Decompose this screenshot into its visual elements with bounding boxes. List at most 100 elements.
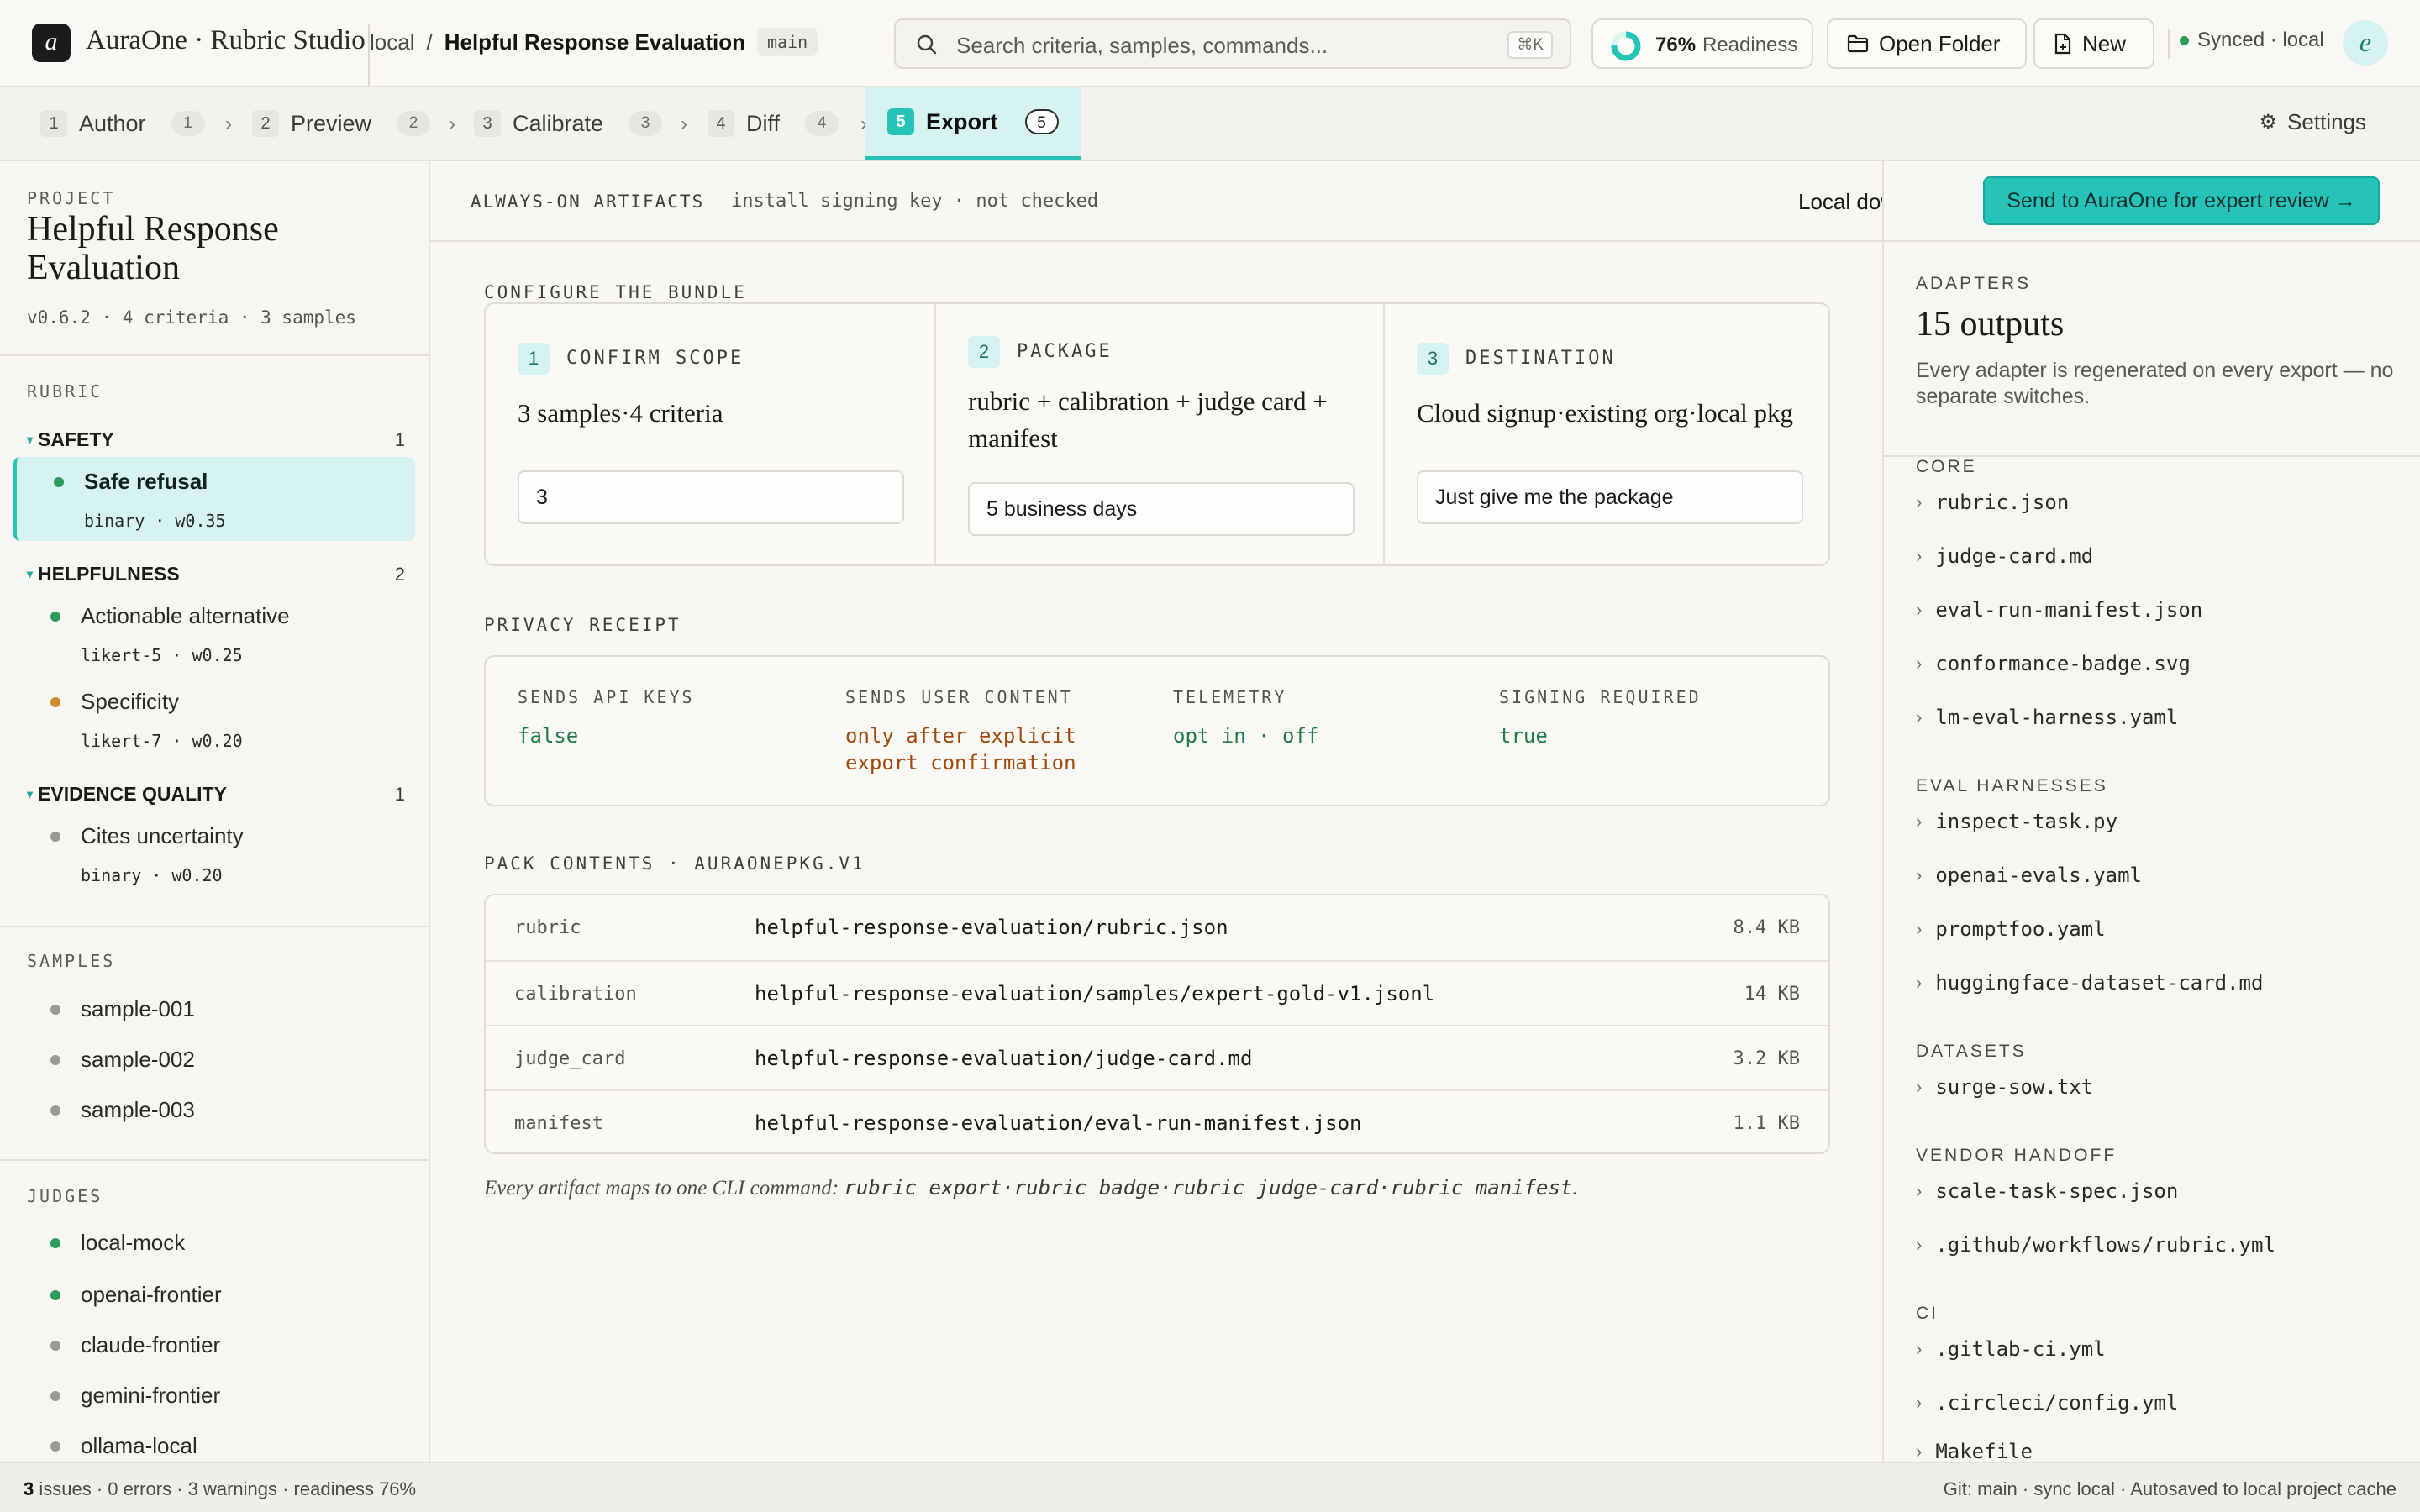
breadcrumb-separator: /	[426, 29, 433, 55]
config-step-package: 2 PACKAGE rubric + calibration + judge c…	[934, 304, 1383, 564]
step-diff[interactable]: 4 Diff 4	[708, 87, 839, 160]
adapters-section-label: ADAPTERS	[1916, 274, 2032, 293]
step-preview[interactable]: 2 Preview 2	[252, 87, 431, 160]
sync-status[interactable]: Synced · local	[2180, 29, 2324, 52]
workflow-steps: 1 Author 1 › 2 Preview 2 › 3 Calibrate 3…	[0, 87, 2420, 161]
criterion-meta: likert-5 · w0.25	[81, 645, 243, 665]
divider	[0, 1159, 429, 1161]
config-step-title: DESTINATION	[1465, 348, 1616, 369]
adapter-file-item[interactable]: › huggingface-dataset-card.md	[1916, 971, 2263, 995]
breadcrumb: local / Helpful Response Evaluation main	[370, 28, 818, 56]
adapter-file-item[interactable]: › eval-run-manifest.json	[1916, 598, 2202, 622]
status-dot-icon	[50, 1105, 60, 1116]
pack-kind: rubric	[514, 917, 581, 938]
search-input[interactable]: Search criteria, samples, commands... ⌘K	[894, 18, 1571, 69]
adapter-file-item[interactable]: › Makefile	[1916, 1440, 2033, 1462]
divider	[0, 926, 429, 927]
step-calibrate[interactable]: 3 Calibrate 3	[474, 87, 663, 160]
criterion-specificity[interactable]: Specificity likert-7 · w0.20	[13, 677, 415, 761]
step-label: Diff	[746, 110, 781, 136]
sample-name: sample-002	[81, 1047, 195, 1072]
step-author[interactable]: 1 Author 1	[40, 87, 205, 160]
judge-item[interactable]: ollama-local	[0, 1425, 429, 1462]
judge-item[interactable]: openai-frontier	[0, 1273, 429, 1315]
table-row[interactable]: calibration helpful-response-evaluation/…	[486, 960, 1828, 1025]
app-name: AuraOne · Rubric Studio	[86, 25, 366, 55]
send-for-review-button[interactable]: Send to AuraOne for expert review →	[1983, 176, 2380, 225]
adapter-file-item[interactable]: › .circleci/config.yml	[1916, 1391, 2178, 1415]
table-row[interactable]: manifest helpful-response-evaluation/eva…	[486, 1089, 1828, 1152]
adapter-file-item[interactable]: › conformance-badge.svg	[1916, 652, 2191, 675]
criterion-actionable-alternative[interactable]: Actionable alternative likert-5 · w0.25	[13, 591, 415, 675]
adapter-file-name: .github/workflows/rubric.yml	[1935, 1233, 2275, 1257]
judge-item[interactable]: claude-frontier	[0, 1324, 429, 1366]
status-issues[interactable]: 3 issues · 0 errors · 3 warnings · readi…	[24, 1478, 416, 1500]
step-export[interactable]: 5 Export 5	[865, 87, 1081, 160]
privacy-item-value: only after explicit export confirmation	[845, 724, 1076, 774]
adapter-file-item[interactable]: › inspect-task.py	[1916, 810, 2118, 833]
rubric-group-helpfulness[interactable]: ▾ HELPFULNESS 2	[27, 563, 405, 585]
chevron-right-icon: ›	[1916, 972, 1923, 993]
sample-item[interactable]: sample-001	[0, 988, 429, 1030]
adapter-file-name: surge-sow.txt	[1935, 1075, 2094, 1099]
sidebar: PROJECT Helpful Response Evaluation v0.6…	[0, 161, 430, 1462]
destination-input[interactable]: Just give me the package	[1417, 470, 1803, 524]
chevron-right-icon: ›	[1916, 1076, 1923, 1097]
artifacts-label: ALWAYS-ON ARTIFACTS	[471, 192, 705, 212]
scope-input[interactable]: 3	[518, 470, 904, 524]
step-count-badge: 5	[1024, 109, 1059, 134]
criterion-cites-uncertainty[interactable]: Cites uncertainty binary · w0.20	[13, 811, 415, 895]
status-dot-icon	[50, 1005, 60, 1015]
criterion-safe-refusal[interactable]: Safe refusal binary · w0.35	[13, 457, 415, 541]
privacy-item-label: TELEMETRY	[1173, 687, 1287, 707]
adapter-file-item[interactable]: › promptfoo.yaml	[1916, 917, 2106, 941]
privacy-item-telemetry: TELEMETRY opt in · off	[1173, 687, 1492, 749]
settings-button[interactable]: ⚙ Settings	[2260, 109, 2366, 135]
avatar[interactable]: e	[2343, 20, 2388, 66]
table-row[interactable]: judge_card helpful-response-evaluation/j…	[486, 1025, 1828, 1089]
table-row[interactable]: rubric helpful-response-evaluation/rubri…	[486, 895, 1828, 960]
configure-card: 1 CONFIRM SCOPE 3 samples·4 criteria 3 2…	[484, 302, 1830, 566]
pack-path: helpful-response-evaluation/eval-run-man…	[755, 1111, 1362, 1135]
judge-item[interactable]: local-mock	[0, 1221, 429, 1263]
judge-item[interactable]: gemini-frontier	[0, 1374, 429, 1416]
configure-section-label: CONFIGURE THE BUNDLE	[484, 282, 747, 302]
adapter-file-item[interactable]: › .github/workflows/rubric.yml	[1916, 1233, 2275, 1257]
readiness-indicator[interactable]: 76% Readiness	[1591, 18, 1813, 69]
artifacts-detail: install signing key · not checked	[731, 191, 1099, 212]
open-folder-button[interactable]: Open Folder	[1827, 18, 2027, 69]
adapter-file-item[interactable]: › openai-evals.yaml	[1916, 864, 2142, 887]
adapter-file-name: openai-evals.yaml	[1935, 864, 2142, 887]
package-turnaround-input[interactable]: 5 business days	[968, 482, 1355, 536]
sample-item[interactable]: sample-003	[0, 1089, 429, 1131]
adapter-file-item[interactable]: › rubric.json	[1916, 491, 2069, 514]
adapter-file-item[interactable]: › scale-task-spec.json	[1916, 1179, 2178, 1203]
adapter-file-item[interactable]: › .gitlab-ci.yml	[1916, 1337, 2106, 1361]
search-shortcut-badge: ⌘K	[1507, 31, 1553, 59]
adapter-file-item[interactable]: › judge-card.md	[1916, 544, 2093, 568]
adapter-file-name: lm-eval-harness.yaml	[1935, 706, 2179, 729]
rubric-group-safety[interactable]: ▾ SAFETY 1	[27, 428, 405, 451]
group-count: 2	[394, 563, 405, 585]
new-button[interactable]: New	[2033, 18, 2154, 69]
config-step-body: 3 samples·4 criteria	[518, 398, 723, 428]
privacy-item-label: SIGNING REQUIRED	[1499, 687, 1702, 707]
chevron-right-icon: ›	[225, 113, 232, 135]
adapter-file-item[interactable]: › surge-sow.txt	[1916, 1075, 2093, 1099]
rubric-group-evidence-quality[interactable]: ▾ EVIDENCE QUALITY 1	[27, 783, 405, 806]
config-step-number: 3	[1417, 343, 1449, 375]
pack-section-label: PACK CONTENTS · AURAONEPKG.V1	[484, 853, 865, 874]
status-git-info: Git: main · sync local · Autosaved to lo…	[1943, 1478, 2396, 1499]
step-count-badge: 1	[171, 111, 205, 136]
privacy-item-signing: SIGNING REQUIRED true	[1499, 687, 1818, 749]
criterion-name: Specificity	[81, 689, 180, 714]
branch-badge[interactable]: main	[757, 28, 818, 56]
adapter-file-item[interactable]: › lm-eval-harness.yaml	[1916, 706, 2178, 729]
status-dot-icon	[50, 832, 60, 842]
breadcrumb-root[interactable]: local	[370, 29, 414, 55]
adapter-section-label: EVAL HARNESSES	[1916, 776, 2108, 795]
pack-contents-table: rubric helpful-response-evaluation/rubri…	[484, 894, 1830, 1154]
breadcrumb-project-title[interactable]: Helpful Response Evaluation	[445, 29, 745, 55]
sample-item[interactable]: sample-002	[0, 1038, 429, 1080]
footnote-suffix: .	[1572, 1177, 1578, 1200]
